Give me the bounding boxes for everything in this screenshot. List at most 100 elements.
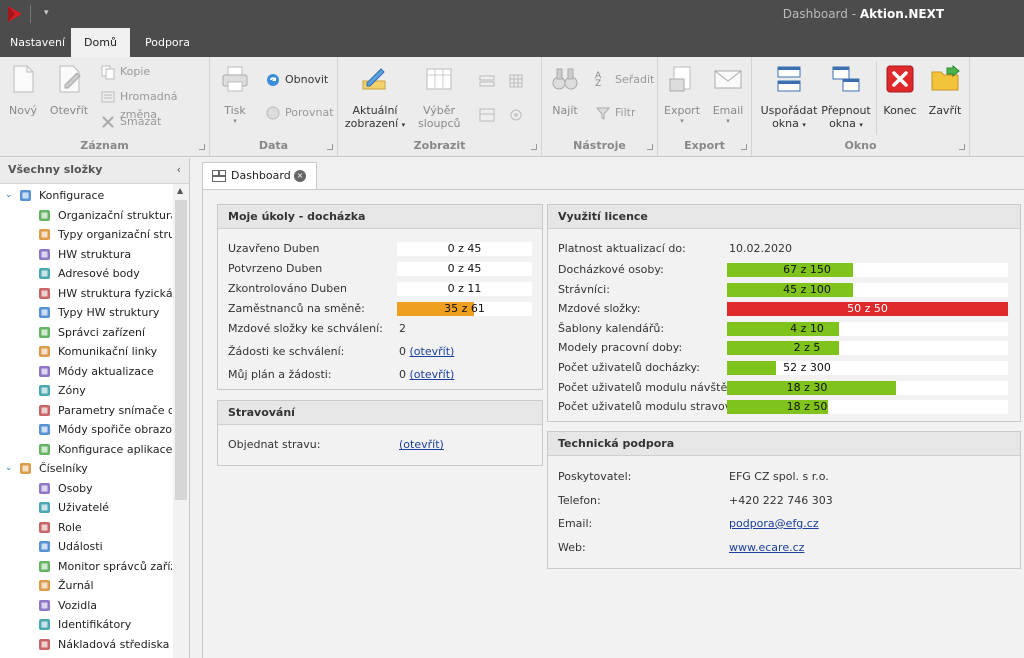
filter-button[interactable]: Filtr [595,104,635,122]
print-button[interactable]: Tisk ▾ [218,63,252,125]
tab-dashboard[interactable]: Dashboard × [202,162,317,190]
sidebar-item-label: Uživatelé [58,501,110,514]
ribbon-tab-bar: Nastavení Domů Podpora [0,28,1024,57]
app-logo-icon[interactable] [6,5,24,23]
folder-tree: ⌄ Konfigurace Organizační struktura Typy or… [0,184,172,658]
sidebar-item-label: Vozidla [58,598,98,612]
tab-nastaveni[interactable]: Nastavení [0,28,75,57]
meals-panel-title: Stravování [218,401,542,425]
support-web-link[interactable]: www.ecare.cz [729,539,804,557]
sidebar-item[interactable]: Typy HW struktury [0,303,172,323]
current-view-button[interactable]: Aktuální zobrazení ▾ [344,63,406,132]
group-launcher-zobrazit[interactable] [531,144,537,150]
close-button[interactable]: Zavřít [926,63,964,117]
sidebar-item[interactable]: Komunikační linky [0,342,172,362]
sidebar-item[interactable]: ⌄ Konfigurace [0,186,172,206]
scrollbar-thumb[interactable] [175,200,187,500]
sidebar-item[interactable]: Role [0,518,172,538]
bulk-change-button[interactable]: Hromadná změna [100,88,209,121]
new-button[interactable]: Nový [6,63,40,117]
sidebar-item[interactable]: Zóny [0,381,172,401]
email-button[interactable]: Email ▾ [710,63,746,125]
provider-value: EFG CZ spol. s r.o. [729,470,829,483]
my-plan-label: Můj plán a žádosti: [228,368,332,381]
row-view-icon[interactable] [479,73,495,89]
settings-view-icon[interactable] [508,107,524,123]
arrange-windows-button[interactable]: Uspořádat okna ▾ [756,63,822,132]
network-icon [20,190,31,201]
delete-button[interactable]: Smazat [100,113,161,131]
user-icon [39,502,50,513]
sidebar-item[interactable]: Organizační struktura [0,206,172,226]
salary-approval-value: 2 [399,322,406,335]
sidebar-item[interactable]: Monitor správců zaříz... [0,557,172,577]
arrange-windows-dropdown-icon: ▾ [802,121,806,129]
column-chooser-label-1: Výběr [422,104,455,117]
sidebar-scrollbar[interactable]: ▲ [173,184,189,658]
sidebar-item[interactable]: Konfigurace aplikace [0,440,172,460]
phone-value: +420 222 746 303 [729,494,833,507]
end-label: Konec [883,104,917,117]
sidebar-item[interactable]: ⌄ Číselníky [0,459,172,479]
group-launcher-zaznam[interactable] [199,144,205,150]
sidebar-item[interactable]: Vozidla [0,596,172,616]
group-okno: Uspořádat okna ▾ Přepnout okna ▾ Konec Z… [752,57,970,156]
close-tab-icon[interactable]: × [294,170,306,182]
group-launcher-nastroje[interactable] [647,144,653,150]
license-label: Počet uživatelů modulu stravování: [558,400,752,414]
sidebar-item[interactable]: HW struktura fyzická [0,284,172,304]
sidebar-item-label: Typy HW struktury [58,306,160,319]
dashboard-icon [212,170,226,182]
sidebar-item[interactable]: Události [0,537,172,557]
order-meal-link[interactable]: (otevřít) [399,438,444,451]
expand-chevron-icon[interactable]: ⌄ [5,186,13,205]
sidebar-item[interactable]: Osoby [0,479,172,499]
open-button[interactable]: Otevřít [48,63,90,117]
title-bar: ▾ Dashboard - Aktion.NEXT [0,0,1024,28]
license-label: Docházkové osoby: [558,263,664,276]
requests-open-link[interactable]: (otevřít) [410,345,455,358]
sidebar-item[interactable]: Módy spořiče obrazo... [0,420,172,440]
switch-windows-button[interactable]: Přepnout okna ▾ [820,63,872,132]
card-view-icon[interactable] [479,107,495,123]
group-launcher-okno[interactable] [959,144,965,150]
compare-button[interactable]: Porovnat [265,104,334,122]
sidebar-item-label: Číselníky [39,462,88,475]
sidebar-item[interactable]: Parametry snímače o... [0,401,172,421]
sidebar-item[interactable]: Nákladová střediska [0,635,172,655]
sidebar-item[interactable]: Žurnál [0,576,172,596]
sort-button[interactable]: AZ Seřadit [595,71,654,89]
scroll-up-icon[interactable]: ▲ [177,186,183,195]
web-label: Web: [558,541,586,554]
group-launcher-data[interactable] [327,144,333,150]
sensor-icon [39,404,50,416]
task-label: Zaměstnanců na směně: [228,302,365,315]
find-button[interactable]: Najít [548,63,582,117]
sidebar-item[interactable]: Identifikátory [0,615,172,635]
refresh-button[interactable]: Obnovit [265,71,328,89]
sidebar-item[interactable]: Uživatelé [0,498,172,518]
support-email-link[interactable]: podpora@efg.cz [729,515,819,533]
copy-button[interactable]: Kopie [100,63,150,81]
expand-chevron-icon[interactable]: ⌄ [5,459,13,478]
group-launcher-export[interactable] [741,144,747,150]
plan-open-link[interactable]: (otevřít) [410,368,455,381]
sidebar-item[interactable]: Typy organizační stru... [0,225,172,245]
grid-view-icon[interactable] [508,73,524,89]
group-zaznam: Nový Otevřít Kopie Hromadná změna Smazat… [0,57,210,156]
sidebar-item-label: Adresové body [58,267,140,280]
compare-label: Porovnat [285,106,334,119]
sidebar-item[interactable]: Správci zařízení [0,323,172,343]
current-view-label-2: zobrazení [344,117,399,130]
sidebar-item[interactable]: HW struktura [0,245,172,265]
sidebar-item[interactable]: Módy aktualizace [0,362,172,382]
tab-podpora[interactable]: Podpora [135,28,200,57]
end-button[interactable]: Konec [882,63,918,117]
sidebar-item[interactable]: Adresové body [0,264,172,284]
export-button[interactable]: Export ▾ [664,63,700,125]
column-chooser-button[interactable]: Výběr sloupců [418,63,461,130]
new-document-icon [13,65,34,93]
tab-domu[interactable]: Domů [71,28,130,57]
quick-access-dropdown-icon[interactable]: ▾ [44,8,49,18]
collapse-sidebar-icon[interactable]: ‹ [177,158,181,182]
